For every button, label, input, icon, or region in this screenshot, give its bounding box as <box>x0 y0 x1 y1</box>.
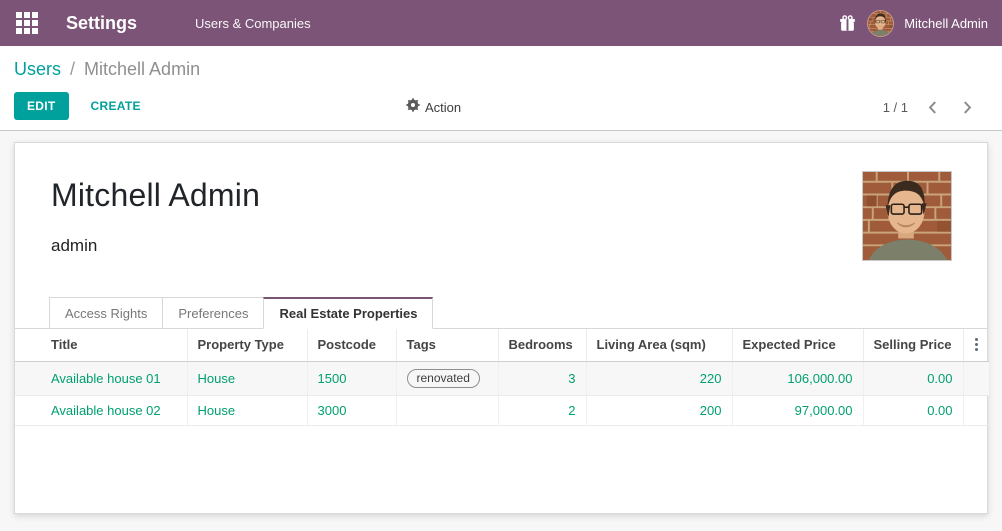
cell-tags[interactable] <box>396 396 498 426</box>
tag-badge: renovated <box>407 369 480 388</box>
action-menu-button[interactable]: Action <box>406 98 461 117</box>
tab-real-estate-properties[interactable]: Real Estate Properties <box>263 297 433 329</box>
cell-expected-price[interactable]: 97,000.00 <box>732 396 863 426</box>
sheet-header: Mitchell Admin admin <box>15 143 987 296</box>
cell-title[interactable]: Available house 01 <box>15 362 187 396</box>
notebook-tabs: Access Rights Preferences Real Estate Pr… <box>15 296 987 329</box>
form-sheet: Mitchell Admin admin Access Rights Prefe… <box>14 142 988 514</box>
cell-selling-price[interactable]: 0.00 <box>863 362 963 396</box>
pager: 1 / 1 <box>883 99 978 116</box>
cell-expected-price[interactable]: 106,000.00 <box>732 362 863 396</box>
cell-tags[interactable]: renovated <box>396 362 498 396</box>
column-header-property-type[interactable]: Property Type <box>187 329 307 362</box>
user-avatar[interactable] <box>867 10 894 37</box>
cell-title[interactable]: Available house 02 <box>15 396 187 426</box>
list-header-row: Title Property Type Postcode Tags Bedroo… <box>15 329 989 362</box>
breadcrumb: Users / Mitchell Admin <box>0 46 1002 92</box>
column-header-expected-price[interactable]: Expected Price <box>732 329 863 362</box>
user-menu[interactable]: Mitchell Admin <box>904 16 988 31</box>
column-header-selling-price[interactable]: Selling Price <box>863 329 963 362</box>
cell-bedrooms[interactable]: 3 <box>498 362 586 396</box>
ellipsis-icon <box>974 336 980 353</box>
record-title: Mitchell Admin <box>51 177 951 214</box>
chevron-left-icon[interactable] <box>922 99 943 116</box>
cell-postcode[interactable]: 1500 <box>307 362 396 396</box>
cell-optional <box>963 396 989 426</box>
cell-postcode[interactable]: 3000 <box>307 396 396 426</box>
properties-list: Title Property Type Postcode Tags Bedroo… <box>15 329 989 426</box>
column-header-title[interactable]: Title <box>15 329 187 362</box>
tab-access-rights[interactable]: Access Rights <box>49 297 163 329</box>
menu-users-companies[interactable]: Users & Companies <box>195 16 311 31</box>
cell-living-area[interactable]: 220 <box>586 362 732 396</box>
column-header-bedrooms[interactable]: Bedrooms <box>498 329 586 362</box>
content-area: Mitchell Admin admin Access Rights Prefe… <box>0 131 1002 514</box>
app-name[interactable]: Settings <box>66 13 137 34</box>
breadcrumb-current: Mitchell Admin <box>84 59 200 80</box>
column-header-tags[interactable]: Tags <box>396 329 498 362</box>
cell-property-type[interactable]: House <box>187 362 307 396</box>
column-header-postcode[interactable]: Postcode <box>307 329 396 362</box>
gift-icon[interactable] <box>839 14 857 32</box>
edit-button[interactable]: EDIT <box>14 92 69 120</box>
record-login: admin <box>51 236 951 256</box>
breadcrumb-separator: / <box>70 59 75 80</box>
tab-preferences[interactable]: Preferences <box>162 297 264 329</box>
create-button[interactable]: CREATE <box>83 92 149 120</box>
cell-property-type[interactable]: House <box>187 396 307 426</box>
cell-living-area[interactable]: 200 <box>586 396 732 426</box>
cell-optional <box>963 362 989 396</box>
user-photo <box>862 171 952 261</box>
table-row[interactable]: Available house 01 House 1500 renovated … <box>15 362 989 396</box>
optional-columns-toggle[interactable] <box>963 329 989 362</box>
breadcrumb-users-link[interactable]: Users <box>14 59 61 80</box>
column-header-living-area[interactable]: Living Area (sqm) <box>586 329 732 362</box>
action-label: Action <box>425 100 461 115</box>
gear-icon <box>406 98 420 117</box>
cell-bedrooms[interactable]: 2 <box>498 396 586 426</box>
pager-value[interactable]: 1 / 1 <box>883 100 908 115</box>
table-row[interactable]: Available house 02 House 3000 2 200 97,0… <box>15 396 989 426</box>
chevron-right-icon[interactable] <box>957 99 978 116</box>
apps-menu-icon[interactable] <box>16 12 38 34</box>
control-panel: EDIT CREATE Action 1 / 1 <box>0 92 1002 130</box>
top-navbar: Settings Users & Companies Mitchell Admi… <box>0 0 1002 46</box>
cell-selling-price[interactable]: 0.00 <box>863 396 963 426</box>
